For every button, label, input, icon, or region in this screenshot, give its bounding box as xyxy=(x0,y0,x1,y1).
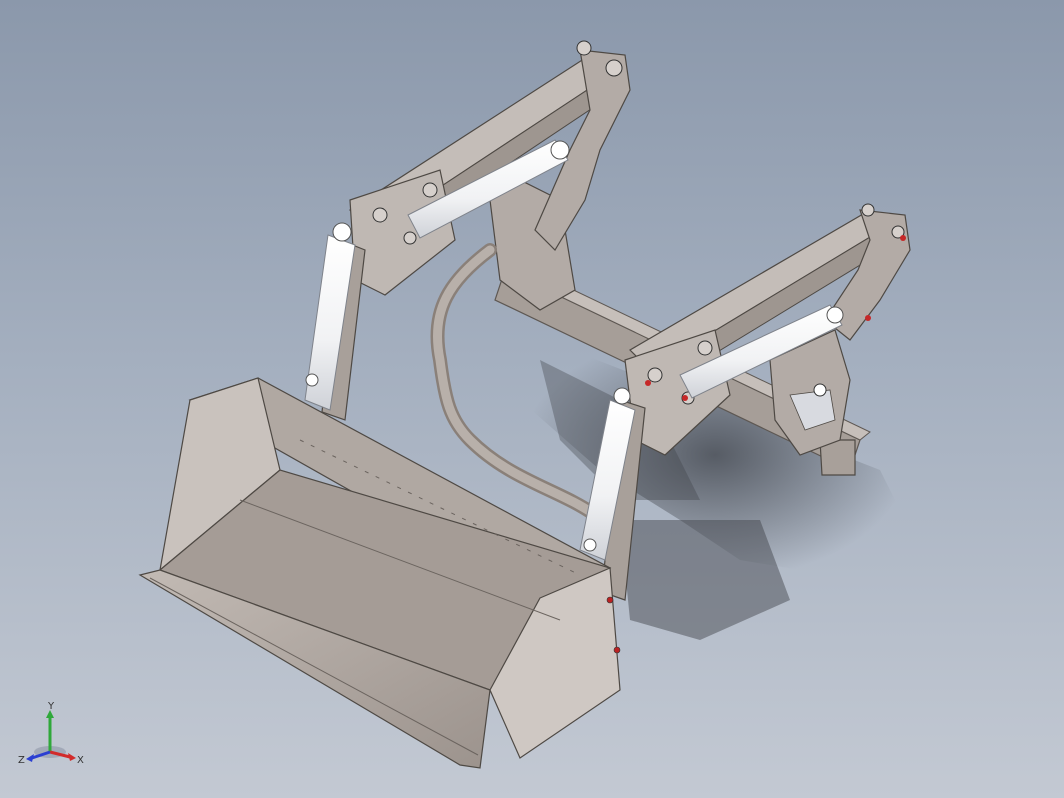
y-axis-label: Y xyxy=(47,701,55,712)
x-arrow-icon xyxy=(68,753,76,761)
loader-model-render[interactable] xyxy=(0,0,1064,798)
z-axis-label: Z xyxy=(18,755,25,766)
bucket xyxy=(138,377,621,769)
x-axis-label: X xyxy=(77,755,84,766)
graphics-viewport[interactable]: Y X Z xyxy=(0,0,1064,798)
z-arrow-icon xyxy=(26,754,34,762)
orientation-triad[interactable]: Y X Z xyxy=(18,700,88,770)
